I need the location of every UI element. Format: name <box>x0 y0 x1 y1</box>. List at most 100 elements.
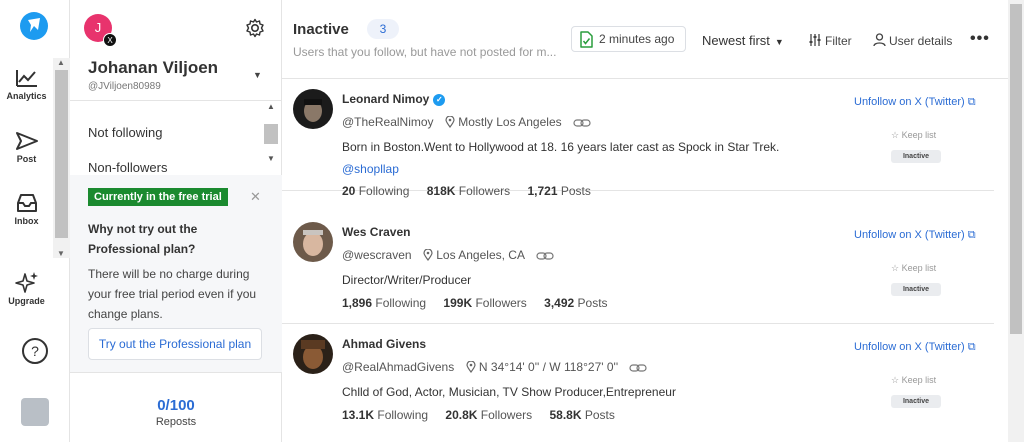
sort-label: Newest first <box>702 33 770 48</box>
updated-label: 2 minutes ago <box>599 32 675 46</box>
keep-list-button[interactable]: ☆ Keep list <box>891 375 936 386</box>
trial-badge: Currently in the free trial <box>88 188 228 206</box>
keep-list-button[interactable]: ☆ Keep list <box>891 130 936 141</box>
filter-button[interactable]: Filter <box>808 33 852 48</box>
refresh-time-button[interactable]: 2 minutes ago <box>571 26 686 52</box>
reposts-label: Reposts <box>155 416 197 428</box>
close-icon[interactable]: ✕ <box>250 189 261 205</box>
external-link-icon: ⧉ <box>964 96 976 108</box>
user-bio-link[interactable]: @shopllap <box>342 162 399 176</box>
user-location: Los Angeles, CA <box>436 248 525 262</box>
menu-scrollbar[interactable]: ▲ ▼ <box>264 102 278 170</box>
user-meta: @wescraven Los Angeles, CA <box>342 248 554 262</box>
account-handle: @JViljoen80989 <box>88 81 161 92</box>
user-handle: @TheRealNimoy <box>342 115 434 129</box>
user-handle: @wescraven <box>342 248 412 262</box>
verified-badge-icon: ✓ <box>433 94 446 106</box>
menu-item-not-following[interactable]: Not following <box>88 125 162 140</box>
sliders-icon <box>809 34 821 46</box>
user-card: Leonard Nimoy ✓ @TheRealNimoy Mostly Los … <box>282 79 994 198</box>
unfollow-link[interactable]: Unfollow on X (Twitter) ⧉ <box>854 96 976 109</box>
keep-list-button[interactable]: ☆ Keep list <box>891 263 936 274</box>
status-badge: Inactive <box>891 395 941 408</box>
list-header: Inactive 3 Users that you follow, but ha… <box>282 0 1008 79</box>
link-icon[interactable] <box>573 118 591 128</box>
status-badge: Inactive <box>891 283 941 296</box>
external-link-icon: ⧉ <box>964 341 976 353</box>
more-options-icon[interactable]: ••• <box>970 30 990 48</box>
filter-label: Filter <box>825 34 852 48</box>
location-pin-icon <box>465 360 476 374</box>
user-bio: Director/Writer/Producer <box>342 273 472 287</box>
account-name[interactable]: Johanan Viljoen <box>88 58 218 78</box>
page-scrollbar[interactable] <box>1008 0 1024 442</box>
following-count: 20 <box>342 184 356 198</box>
user-avatar[interactable] <box>293 89 333 129</box>
unfollow-link[interactable]: Unfollow on X (Twitter) ⧉ <box>854 229 976 242</box>
following-count: 13.1K <box>342 408 375 422</box>
app-logo-icon[interactable] <box>16 8 52 44</box>
user-bio: Chlld of God, Actor, Musician, TV Show P… <box>342 385 676 399</box>
user-name[interactable]: Wes Craven <box>342 225 410 239</box>
followers-count: 818K <box>426 184 456 198</box>
chart-line-icon <box>15 70 37 87</box>
user-handle: @RealAhmadGivens <box>342 360 455 374</box>
following-count: 1,896 <box>342 296 373 310</box>
posts-count: 1,721 <box>527 184 558 198</box>
svg-text:?: ? <box>31 343 39 359</box>
user-location: Mostly Los Angeles <box>458 115 562 129</box>
x-network-icon: X <box>103 33 117 47</box>
link-icon[interactable] <box>629 363 648 373</box>
account-panel: J X Johanan Viljoen @JViljoen80989 ▼ Not… <box>70 0 282 442</box>
location-pin-icon <box>445 115 455 129</box>
user-avatar[interactable] <box>293 334 333 374</box>
user-location: N 34°14' 0'' / W 118°27' 0'' <box>478 360 619 374</box>
link-icon[interactable] <box>536 251 554 261</box>
rail-item-analytics[interactable]: Analytics <box>0 68 53 101</box>
left-rail: ▲ ▼ Analytics Post Inbox Upgrade ? <box>0 0 70 442</box>
user-stats: 1,896 Following 199K Followers 3,492 Pos… <box>342 296 608 310</box>
rail-item-upgrade[interactable]: Upgrade <box>0 271 53 306</box>
rail-item-post[interactable]: Post <box>0 131 53 164</box>
unfollow-link[interactable]: Unfollow on X (Twitter) ⧉ <box>854 341 976 354</box>
gear-icon[interactable] <box>245 18 265 38</box>
try-professional-button[interactable]: Try out the Professional plan <box>88 328 262 360</box>
chevron-down-icon[interactable]: ▼ <box>253 70 262 80</box>
followers-count: 199K <box>443 296 473 310</box>
user-name[interactable]: Ahmad Givens <box>342 337 426 351</box>
user-details-button[interactable]: User details <box>873 33 952 48</box>
user-icon <box>873 33 886 47</box>
user-avatar[interactable] <box>293 222 333 262</box>
location-pin-icon <box>423 248 433 262</box>
sort-dropdown[interactable]: Newest first ▼ <box>702 33 784 48</box>
rail-scrollbar[interactable]: ▲ ▼ <box>53 58 70 258</box>
rail-item-label: Post <box>16 154 37 164</box>
trial-text: There will be no charge during your free… <box>88 267 257 321</box>
rail-item-label: Inbox <box>14 216 39 226</box>
user-bio: Born in Boston.Went to Hollywood at 18. … <box>342 140 780 154</box>
posts-count: 58.8K <box>549 408 582 422</box>
send-icon <box>15 132 38 150</box>
reposts-counter: 0/100 Reposts <box>70 372 282 442</box>
help-icon[interactable]: ? <box>21 337 49 365</box>
reposts-count: 0/100 <box>157 397 195 414</box>
user-meta: @TheRealNimoy Mostly Los Angeles <box>342 115 591 129</box>
rail-item-inbox[interactable]: Inbox <box>0 193 53 226</box>
user-stats: 20 Following 818K Followers 1,721 Posts <box>342 184 591 198</box>
status-badge: Inactive <box>891 150 941 163</box>
workspace-logo-icon[interactable] <box>21 398 49 426</box>
user-meta: @RealAhmadGivens N 34°14' 0'' / W 118°27… <box>342 360 648 374</box>
sparkles-icon <box>14 272 38 293</box>
rail-item-label: Analytics <box>6 91 47 101</box>
user-stats: 13.1K Following 20.8K Followers 58.8K Po… <box>342 408 615 422</box>
inbox-icon <box>16 194 37 212</box>
rail-item-label: Upgrade <box>8 296 45 306</box>
trial-title: Why not try out the Professional plan? <box>88 222 198 256</box>
account-avatar[interactable]: J X <box>84 14 117 47</box>
trial-card: Currently in the free trial ✕ Why not tr… <box>70 175 282 372</box>
menu-item-non-followers[interactable]: Non-followers <box>88 160 167 175</box>
count-badge: 3 <box>367 19 399 39</box>
user-name[interactable]: Leonard Nimoy ✓ <box>342 92 446 106</box>
user-card: Ahmad Givens @RealAhmadGivens N 34°14' 0… <box>282 324 994 436</box>
external-link-icon: ⧉ <box>964 229 976 241</box>
